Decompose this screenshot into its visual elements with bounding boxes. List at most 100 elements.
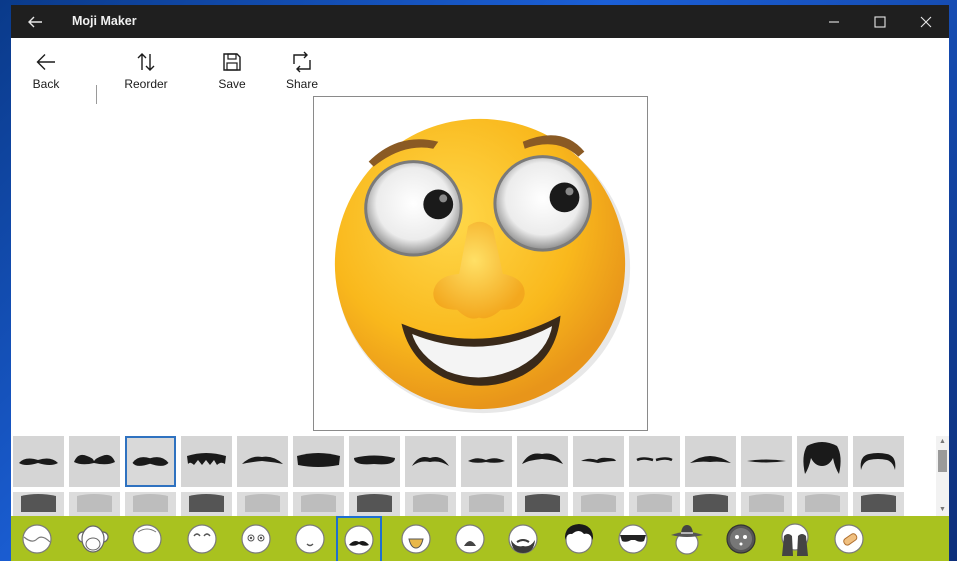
sombrero-icon — [671, 524, 703, 555]
sticker-preview-icon — [469, 494, 504, 512]
sticker-scrollbar[interactable]: ▲ ▼ — [936, 436, 949, 516]
sticker-preview-icon — [245, 494, 280, 512]
mustache-icon — [468, 458, 505, 463]
sticker-tile-mustache-3[interactable] — [125, 436, 176, 487]
category-hands-over-eyes[interactable] — [772, 516, 818, 561]
mustache-icon — [74, 454, 115, 465]
emoji-preview — [334, 118, 631, 414]
back-button[interactable]: Back — [31, 50, 61, 91]
sticker-tile-mustache-1[interactable] — [13, 436, 64, 487]
category-round-eyes[interactable] — [233, 516, 279, 561]
sticker-tile-row2[interactable] — [685, 492, 736, 516]
right-pupil — [549, 182, 580, 213]
category-open-mouth[interactable] — [393, 516, 439, 561]
mustache-icon — [636, 457, 673, 462]
sticker-preview-icon — [693, 494, 728, 512]
hair-icon — [564, 523, 594, 554]
sticker-tile-mustache-16[interactable] — [853, 436, 904, 487]
monkey-icon — [77, 524, 109, 553]
sticker-tile-row2[interactable] — [69, 492, 120, 516]
sticker-tile-row2[interactable] — [853, 492, 904, 516]
mustache-icon — [297, 453, 340, 467]
sticker-grid — [11, 436, 935, 516]
left-pupil — [423, 189, 454, 220]
mustache-icon — [690, 456, 731, 463]
category-hair[interactable] — [556, 516, 602, 561]
emoji-canvas[interactable] — [313, 96, 648, 431]
arrow-left-icon — [36, 54, 55, 70]
sticker-tile-row2[interactable] — [181, 492, 232, 516]
sticker-tile-mustache-2[interactable] — [69, 436, 120, 487]
sticker-tile-mustache-4[interactable] — [181, 436, 232, 487]
sticker-tile-mustache-7[interactable] — [349, 436, 400, 487]
title-bar: Moji Maker — [11, 5, 949, 38]
category-face-shape[interactable] — [14, 516, 60, 561]
sticker-tile-row2[interactable] — [293, 492, 344, 516]
category-bar — [11, 516, 949, 561]
sticker-tile-mustache-13[interactable] — [685, 436, 736, 487]
sticker-preview-icon — [189, 494, 224, 512]
mustache-icon — [132, 457, 169, 466]
scroll-down-icon[interactable]: ▼ — [938, 506, 947, 514]
scroll-up-icon[interactable]: ▲ — [938, 438, 947, 446]
sticker-preview-icon — [21, 494, 56, 512]
close-icon[interactable] — [912, 11, 940, 33]
window-title: Moji Maker — [72, 14, 137, 28]
category-mustaches[interactable] — [336, 516, 382, 561]
save-label: Save — [218, 77, 246, 91]
sticker-tile-row2[interactable] — [13, 492, 64, 516]
hands-over-eyes-icon — [781, 522, 809, 556]
mustache-icon — [19, 458, 58, 465]
category-beard[interactable] — [500, 516, 546, 561]
back-label: Back — [32, 77, 60, 91]
maximize-icon[interactable] — [866, 11, 894, 33]
category-sombrero[interactable] — [664, 516, 710, 561]
sticker-tile-row2[interactable] — [237, 492, 288, 516]
eyes-icon — [187, 523, 217, 554]
sticker-tile-mustache-11[interactable] — [573, 436, 624, 487]
category-monkey[interactable] — [70, 516, 116, 561]
share-button[interactable]: Share — [285, 50, 319, 91]
sticker-tile-mustache-15[interactable] — [797, 436, 848, 487]
reorder-icon — [137, 53, 155, 71]
sticker-tile-mustache-8[interactable] — [405, 436, 456, 487]
category-eyes[interactable] — [179, 516, 225, 561]
minimize-icon[interactable] — [820, 11, 848, 33]
sticker-tile-row2[interactable] — [797, 492, 848, 516]
sticker-tile-mustache-12[interactable] — [629, 436, 680, 487]
sticker-tile-row2[interactable] — [741, 492, 792, 516]
scroll-thumb[interactable] — [938, 450, 947, 472]
sticker-tile-row2[interactable] — [125, 492, 176, 516]
sticker-tile-row2[interactable] — [517, 492, 568, 516]
mustache-icon — [747, 459, 786, 463]
category-frown[interactable] — [447, 516, 493, 561]
sticker-tile-row2[interactable] — [629, 492, 680, 516]
sticker-tile-row2[interactable] — [461, 492, 512, 516]
sticker-preview-icon — [133, 494, 168, 512]
share-icon — [293, 51, 311, 73]
sticker-tile-row2[interactable] — [349, 492, 400, 516]
mouth-smile-icon — [295, 523, 325, 554]
save-button[interactable]: Save — [217, 50, 247, 91]
category-bandage[interactable] — [826, 516, 872, 561]
mustache-icon — [522, 453, 563, 464]
category-mouth-smile[interactable] — [287, 516, 333, 561]
sunglasses-icon — [618, 523, 648, 554]
sticker-preview-icon — [77, 494, 112, 512]
sticker-tile-row2[interactable] — [405, 492, 456, 516]
sticker-tile-mustache-14[interactable] — [741, 436, 792, 487]
mask-icon — [726, 523, 756, 554]
sticker-tile-mustache-5[interactable] — [237, 436, 288, 487]
toolbar-divider — [96, 85, 97, 104]
reorder-label: Reorder — [124, 77, 168, 91]
reorder-button[interactable]: Reorder — [121, 50, 171, 91]
sticker-tile-mustache-9[interactable] — [461, 436, 512, 487]
sticker-tile-mustache-6[interactable] — [293, 436, 344, 487]
sticker-tile-mustache-10[interactable] — [517, 436, 568, 487]
category-mask[interactable] — [718, 516, 764, 561]
sticker-tile-row2[interactable] — [573, 492, 624, 516]
category-sunglasses[interactable] — [610, 516, 656, 561]
title-back-icon[interactable] — [23, 12, 47, 32]
category-face-outline[interactable] — [124, 516, 170, 561]
sticker-preview-icon — [861, 494, 896, 512]
